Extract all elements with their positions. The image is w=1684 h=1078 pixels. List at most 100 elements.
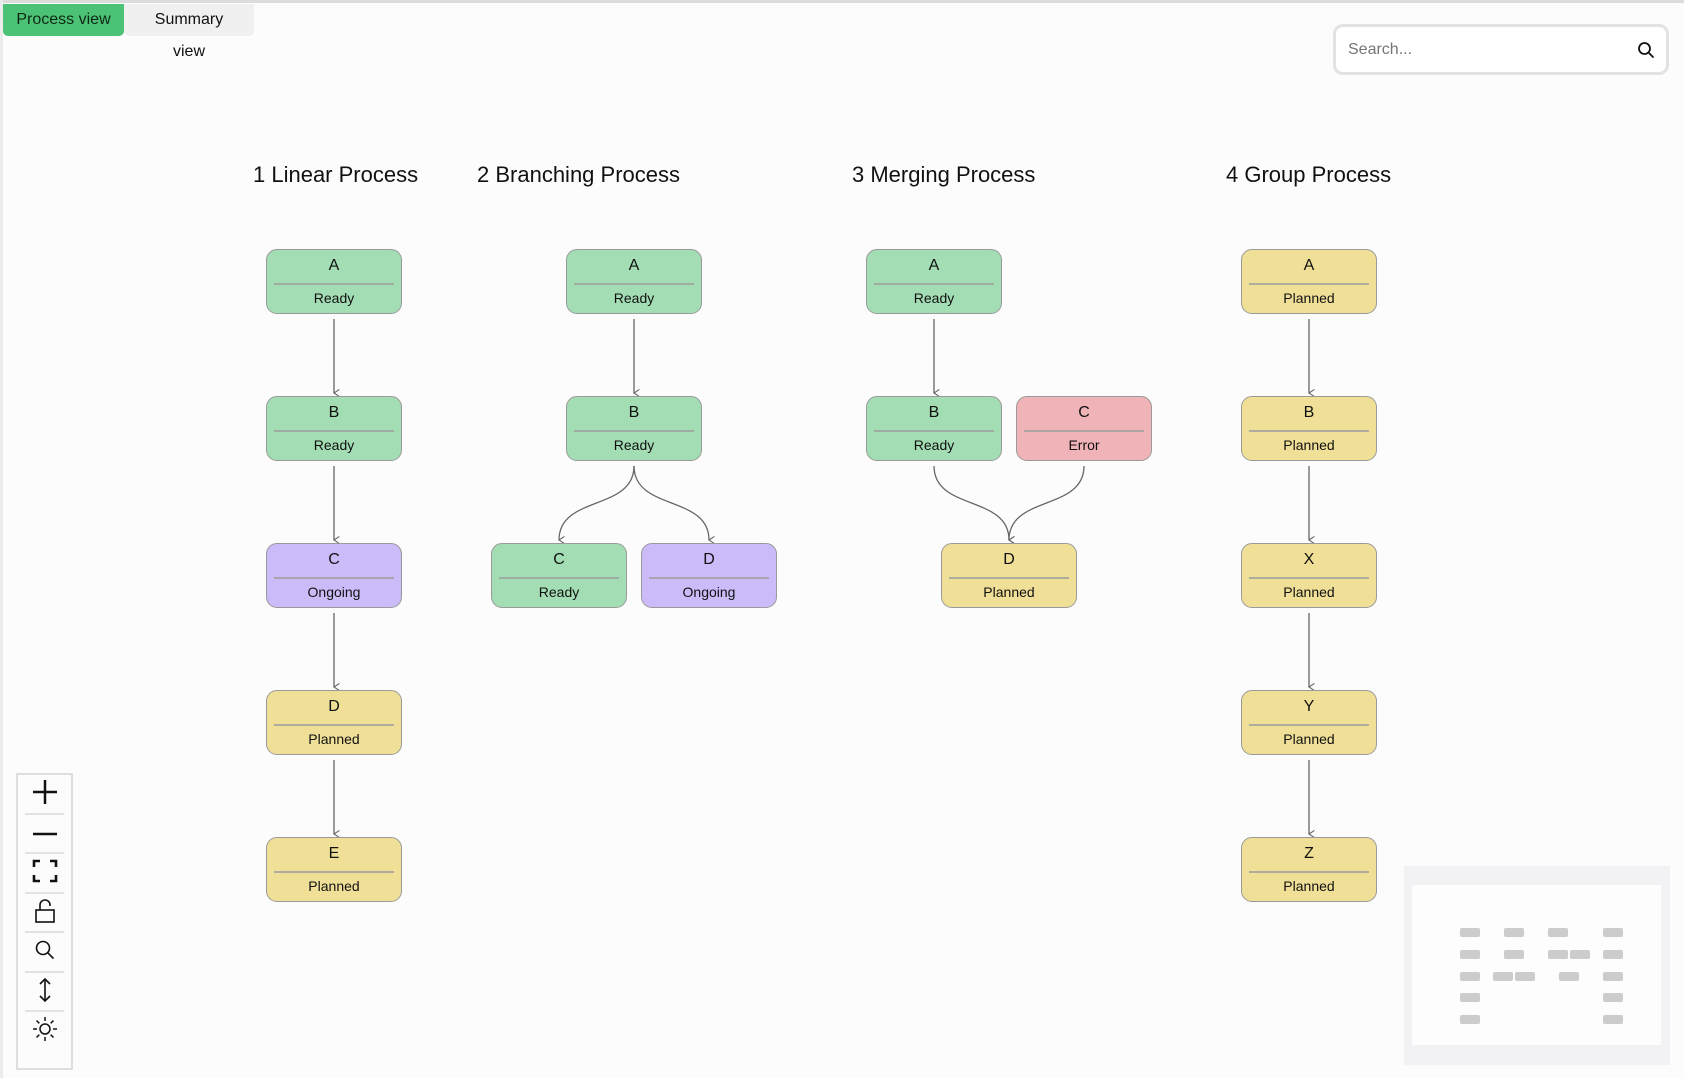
node-group-b[interactable]: B Planned — [1241, 396, 1377, 461]
edge-branching-b-c — [559, 465, 635, 540]
top-border — [0, 0, 1684, 3]
process-title-linear: 1 Linear Process — [253, 162, 419, 187]
node-status: Ready — [538, 584, 580, 600]
node-group-a[interactable]: A Planned — [1241, 249, 1377, 314]
process-title-branching: 2 Branching Process — [477, 162, 680, 187]
node-label: C — [328, 551, 340, 568]
node-status: Ready — [613, 290, 655, 306]
node-label: B — [628, 404, 640, 421]
sun-icon — [32, 1016, 58, 1047]
vertical-layout-button[interactable] — [18, 973, 71, 1013]
minimap-node — [1460, 971, 1480, 981]
node-linear-e[interactable]: E Planned — [266, 837, 402, 902]
node-linear-b[interactable]: B Ready — [266, 396, 402, 461]
node-divider — [274, 430, 394, 432]
search-icon — [34, 939, 56, 966]
view-tabs: Process view Summary view — [3, 4, 254, 60]
node-linear-d[interactable]: D Planned — [266, 690, 402, 755]
node-status: Planned — [308, 878, 360, 894]
process-title-merging: 3 Merging Process — [852, 162, 1036, 187]
minimap-node — [1460, 993, 1480, 1003]
node-label: A — [1303, 257, 1315, 274]
node-divider — [949, 577, 1069, 579]
node-merging-c[interactable]: C Error — [1016, 396, 1152, 461]
minimap-node — [1603, 928, 1624, 937]
node-status: Ready — [313, 437, 355, 453]
search-nodes-button[interactable] — [18, 933, 71, 973]
node-label: C — [553, 551, 565, 568]
node-status: Ongoing — [682, 584, 736, 600]
minimap-node — [1570, 949, 1591, 959]
node-status: Planned — [983, 584, 1035, 600]
node-merging-b[interactable]: B Ready — [866, 396, 1002, 461]
minimap-node — [1603, 993, 1624, 1003]
node-divider — [1249, 577, 1369, 579]
node-label: D — [1003, 551, 1015, 568]
zoom-out-button[interactable] — [18, 815, 71, 855]
node-divider — [1249, 283, 1369, 285]
minimap-node — [1603, 1015, 1624, 1025]
node-divider — [274, 577, 394, 579]
node-branching-a[interactable]: A Ready — [566, 249, 702, 314]
node-label: A — [328, 257, 340, 274]
node-branching-b[interactable]: B Ready — [566, 396, 702, 461]
minimap-node — [1493, 971, 1514, 981]
toggle-lock-button[interactable] — [18, 894, 71, 934]
minimap-viewport[interactable] — [1412, 885, 1661, 1045]
minimap-node — [1460, 928, 1480, 937]
node-label: B — [1303, 404, 1315, 421]
minimap-node — [1603, 971, 1624, 981]
node-status: Planned — [1283, 290, 1335, 306]
node-status: Planned — [1283, 437, 1335, 453]
node-branching-d[interactable]: D Ongoing — [641, 543, 777, 608]
plus-icon — [31, 778, 59, 811]
node-status: Ready — [613, 437, 655, 453]
tab-process-view[interactable]: Process view — [3, 4, 124, 36]
minimap-node — [1515, 971, 1536, 981]
node-group-y[interactable]: Y Planned — [1241, 690, 1377, 755]
minimap[interactable] — [1404, 866, 1670, 1065]
node-divider — [274, 724, 394, 726]
fit-view-icon — [32, 858, 58, 889]
theme-toggle-button[interactable] — [18, 1012, 71, 1052]
node-status: Planned — [308, 731, 360, 747]
node-divider — [1024, 430, 1144, 432]
node-status: Planned — [1283, 584, 1335, 600]
node-group-z[interactable]: Z Planned — [1241, 837, 1377, 902]
node-label: E — [328, 845, 340, 862]
minimap-node — [1548, 949, 1569, 959]
node-merging-a[interactable]: A Ready — [866, 249, 1002, 314]
tab-summary-view[interactable]: Summary view — [124, 4, 254, 60]
node-divider — [274, 871, 394, 873]
node-label: Y — [1303, 698, 1315, 715]
minimap-node — [1603, 949, 1624, 959]
vertical-arrows-icon — [37, 977, 53, 1008]
node-merging-d[interactable]: D Planned — [941, 543, 1077, 608]
fit-view-button[interactable] — [18, 854, 71, 894]
node-linear-c[interactable]: C Ongoing — [266, 543, 402, 608]
edge-branching-b-d — [633, 465, 709, 540]
node-status: Planned — [1283, 731, 1335, 747]
node-divider — [274, 283, 394, 285]
edge-merging-c-d — [1009, 465, 1085, 540]
node-status: Ready — [913, 437, 955, 453]
node-status: Ongoing — [307, 584, 361, 600]
node-label: A — [928, 257, 940, 274]
zoom-in-button[interactable] — [18, 775, 71, 815]
node-branching-c[interactable]: C Ready — [491, 543, 627, 608]
unlock-icon — [34, 898, 56, 929]
node-divider — [874, 283, 994, 285]
minimap-node — [1504, 928, 1525, 937]
minimap-node — [1460, 949, 1480, 959]
node-status: Planned — [1283, 878, 1335, 894]
node-label: C — [1078, 404, 1090, 421]
node-label: A — [628, 257, 640, 274]
search-icon[interactable] — [1636, 40, 1656, 60]
search-input[interactable] — [1348, 37, 1618, 63]
node-divider — [499, 577, 619, 579]
node-divider — [574, 430, 694, 432]
node-linear-a[interactable]: A Ready — [266, 249, 402, 314]
node-divider — [649, 577, 769, 579]
node-group-x[interactable]: X Planned — [1241, 543, 1377, 608]
node-label: D — [703, 551, 715, 568]
